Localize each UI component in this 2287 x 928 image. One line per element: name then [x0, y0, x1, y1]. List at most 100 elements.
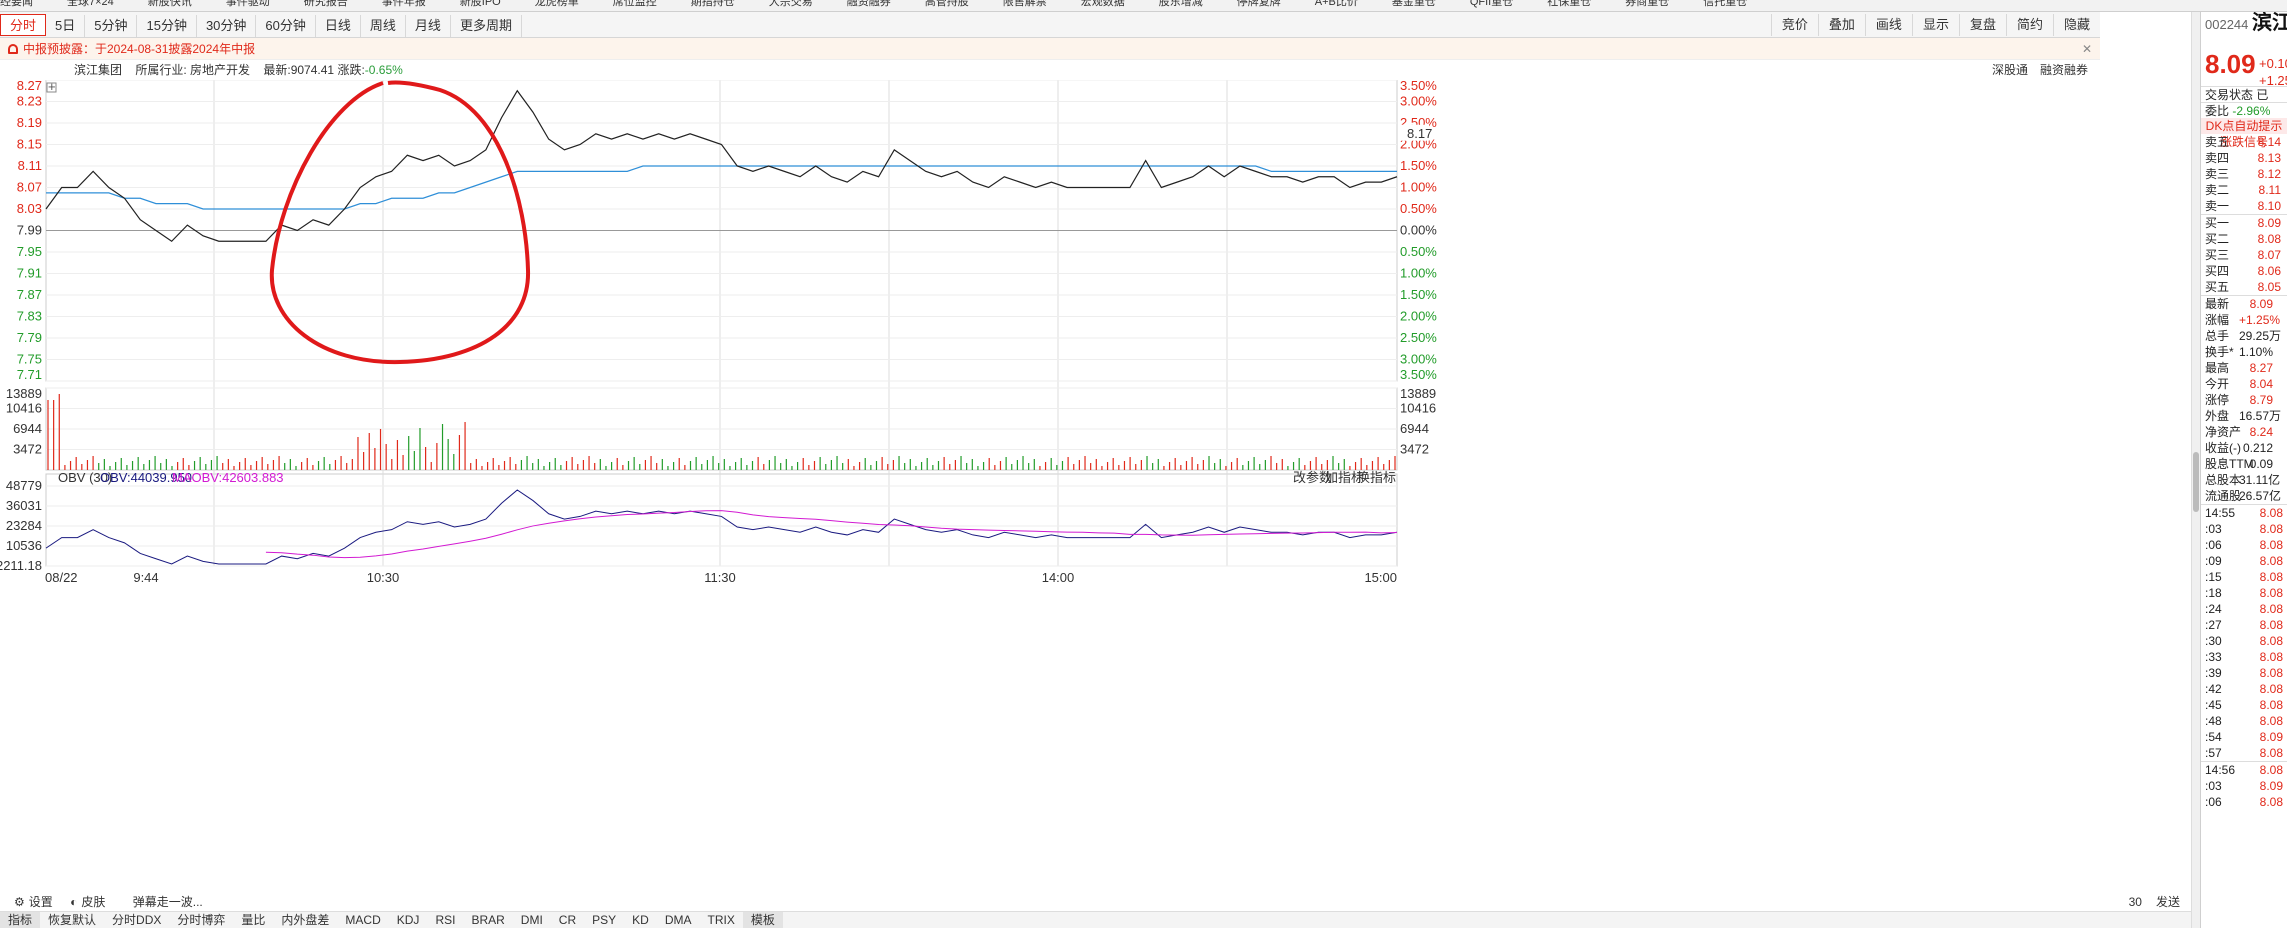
settings-button[interactable]: 设置 — [29, 895, 53, 909]
price-tick-label: 7.83 — [17, 309, 42, 324]
alert-bar[interactable]: 中报预披露：于2024-08-31披露2024年中报 ✕ — [0, 38, 2100, 60]
topnav-item[interactable]: 停牌复牌 — [1237, 0, 1281, 8]
tab-4[interactable]: 30分钟 — [197, 15, 257, 37]
intraday-chart[interactable]: 8.27 3.50% 8.23 3.00% 8.19 2.50% 8.15 2.00% 8.11… — [0, 80, 2191, 892]
topnav-item[interactable]: 高管持股 — [925, 0, 969, 8]
indicator-2[interactable]: 分时DDX — [104, 912, 169, 928]
shenzhen-connect-link[interactable]: 深股通 — [1992, 63, 2028, 77]
indicator-6[interactable]: MACD — [337, 912, 388, 928]
tab-9[interactable]: 更多周期 — [451, 15, 522, 37]
indicator-4[interactable]: 量比 — [233, 912, 273, 928]
topnav-item[interactable]: A+B比价 — [1315, 0, 1358, 8]
tool-tab-4[interactable]: 复盘 — [1958, 14, 2006, 36]
topnav-item[interactable]: 融资融券 — [847, 0, 891, 8]
topnav-item[interactable]: 股东增减 — [1159, 0, 1203, 8]
skin-icon[interactable]: ◐ — [70, 895, 77, 909]
industry-label[interactable]: 所属行业: 房地产开发 — [135, 63, 250, 77]
tab-3[interactable]: 15分钟 — [137, 15, 197, 37]
settings-icon[interactable]: ⚙ — [14, 895, 25, 909]
stat-row: 最新 8.09 — [2201, 296, 2287, 312]
scrollbar-thumb[interactable] — [2193, 452, 2199, 512]
bid-book: 买一 8.09409 买二 8.08892 买三 8.071220 买四 8.06623 买五 8… — [2201, 214, 2287, 295]
topnav-item[interactable]: 研究报告 — [304, 0, 348, 8]
stat-value: 29.25万 — [2239, 329, 2282, 343]
bid-level-label: 买四 — [2205, 264, 2230, 278]
send-button[interactable]: 发送 — [2156, 895, 2180, 909]
tool-tab-0[interactable]: 竞价 — [1770, 14, 1818, 36]
topnav-item[interactable]: 大宗交易 — [769, 0, 813, 8]
tick-time: :18 — [2205, 586, 2222, 600]
indicator-3[interactable]: 分时博弈 — [169, 912, 233, 928]
topnav-item[interactable]: 全球7×24 — [67, 0, 114, 8]
tab-0[interactable]: 分时 — [0, 14, 47, 36]
webi-label: 委比 — [2205, 104, 2230, 118]
danmu-input[interactable]: 弹幕走一波... — [133, 895, 203, 909]
topnav-item[interactable]: 宏观数据 — [1081, 0, 1125, 8]
pct-tick-label: 0.50% — [1400, 244, 1437, 259]
topnav-item[interactable]: 事件驱动 — [226, 0, 270, 8]
tab-7[interactable]: 周线 — [361, 15, 406, 37]
indicator-8[interactable]: RSI — [427, 912, 463, 928]
topnav-item[interactable]: 经要闻 — [0, 0, 33, 8]
topnav-item[interactable]: QFII重仓 — [1470, 0, 1513, 8]
scrollbar[interactable] — [2191, 12, 2200, 928]
price-tick-label: 7.87 — [17, 287, 42, 302]
tick-price: 8.08 — [2259, 682, 2283, 696]
maobv-value: MAOBV:42603.883 — [172, 470, 284, 485]
margin-trading-link[interactable]: 融资融券 — [2040, 63, 2088, 77]
topnav-item[interactable]: 社保重仓 — [1547, 0, 1591, 8]
tab-6[interactable]: 日线 — [316, 15, 361, 37]
tool-tab-6[interactable]: 隐藏 — [2052, 14, 2100, 36]
tool-tab-1[interactable]: 叠加 — [1817, 14, 1865, 36]
index-change-label: 涨跌: — [337, 63, 365, 77]
tick-price: 8.08 — [2259, 650, 2283, 664]
topnav-item[interactable]: 期指持仓 — [691, 0, 735, 8]
topnav-item[interactable]: 龙虎榜单 — [535, 0, 579, 8]
indicator-14[interactable]: DMA — [657, 912, 700, 928]
close-icon[interactable]: ✕ — [2082, 38, 2092, 60]
bid-volume: 892 — [2281, 231, 2287, 247]
stat-row: 净资产 8.24 — [2201, 424, 2287, 440]
indicator-1[interactable]: 恢复默认 — [40, 912, 104, 928]
indicator-15[interactable]: TRIX — [700, 912, 743, 928]
pct-tick-label: 0.50% — [1400, 201, 1437, 216]
tool-tab-3[interactable]: 显示 — [1911, 14, 1959, 36]
indicator-11[interactable]: CR — [551, 912, 584, 928]
indicator-0[interactable]: 指标 — [0, 912, 41, 928]
skin-button[interactable]: 皮肤 — [81, 895, 105, 909]
topnav-item[interactable]: 事件年报 — [382, 0, 426, 8]
indicator-10[interactable]: DMI — [513, 912, 551, 928]
indicator-12[interactable]: PSY — [584, 912, 624, 928]
topnav-item[interactable]: 限售解禁 — [1003, 0, 1047, 8]
tick-time: :27 — [2205, 618, 2222, 632]
bid-level-label: 买二 — [2205, 232, 2230, 246]
topnav-item[interactable]: 券商重仓 — [1625, 0, 1669, 8]
topnav-item[interactable]: 基金重仓 — [1392, 0, 1436, 8]
indicator-16[interactable]: 模板 — [742, 912, 783, 928]
dk-signal-link[interactable]: DK点自动提示涨跌信号 — [2201, 118, 2287, 149]
topnav-item[interactable]: 新股IPO — [460, 0, 501, 8]
tool-tab-2[interactable]: 画线 — [1864, 14, 1912, 36]
tick-row: :54 8.09 — [2201, 729, 2287, 745]
price-tick-label: 8.27 — [17, 80, 42, 93]
stat-label: 涨停 — [2205, 393, 2230, 407]
topnav-item[interactable]: 新股快讯 — [148, 0, 192, 8]
indicator-5[interactable]: 内外盘差 — [273, 912, 337, 928]
stat-label: 换手* — [2205, 345, 2234, 359]
tick-time: :09 — [2205, 554, 2222, 568]
indicator-13[interactable]: KD — [624, 912, 657, 928]
tab-1[interactable]: 5日 — [46, 15, 86, 37]
tab-2[interactable]: 5分钟 — [85, 15, 138, 37]
tick-time: :42 — [2205, 682, 2222, 696]
indicator-9[interactable]: BRAR — [463, 912, 512, 928]
tick-row: :03 8.08 — [2201, 521, 2287, 537]
tool-tab-5[interactable]: 简约 — [2005, 14, 2053, 36]
obv-action-2[interactable]: 换指标 — [1357, 470, 1396, 485]
topnav-item[interactable]: 席位监控 — [613, 0, 657, 8]
tab-8[interactable]: 月线 — [406, 15, 451, 37]
topnav-item[interactable]: 信托重仓 — [1703, 0, 1747, 8]
index-latest: 最新:9074.41 — [263, 63, 335, 77]
indicator-7[interactable]: KDJ — [389, 912, 428, 928]
stat-label: 涨幅 — [2205, 313, 2230, 327]
tab-5[interactable]: 60分钟 — [256, 15, 316, 37]
